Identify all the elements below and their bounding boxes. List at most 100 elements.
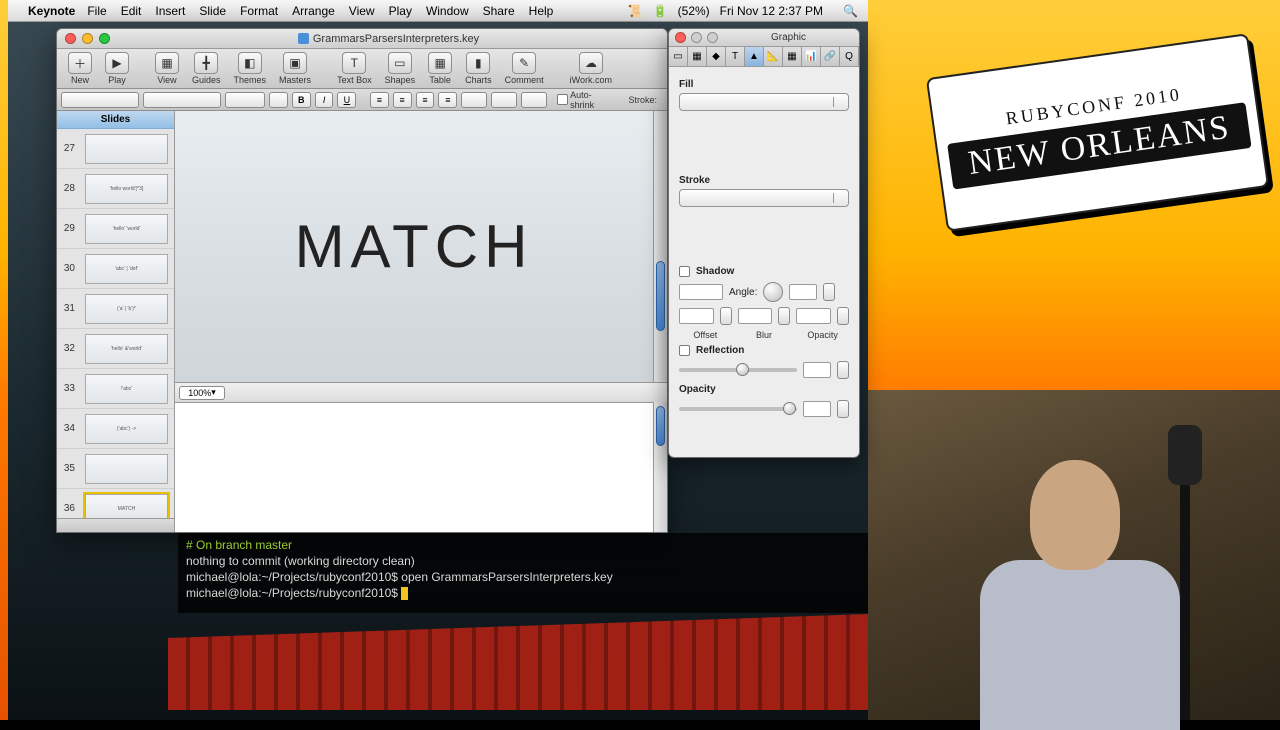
align-justify-button[interactable]: ≡: [438, 92, 457, 108]
toolbar-comment[interactable]: ✎Comment: [500, 52, 549, 85]
zoom-button[interactable]: [99, 33, 110, 44]
bold-button[interactable]: B: [292, 92, 311, 108]
slide-list[interactable]: 2728'hello world'[^3]29'hello' 'world'30…: [57, 129, 174, 518]
align-center-button[interactable]: ≡: [393, 92, 412, 108]
slide-thumbnail[interactable]: 33!'abc': [57, 369, 174, 409]
shadow-color-well[interactable]: [679, 284, 723, 300]
underline-button[interactable]: U: [337, 92, 356, 108]
opacity-slider[interactable]: [679, 407, 797, 411]
offset-field[interactable]: [679, 308, 714, 324]
list-select[interactable]: [521, 92, 547, 108]
menu-insert[interactable]: Insert: [155, 4, 185, 18]
spacing-select[interactable]: [461, 92, 487, 108]
menu-help[interactable]: Help: [529, 4, 554, 18]
toolbar-view[interactable]: ▦View: [150, 52, 184, 85]
inspector-tab-chart[interactable]: 📊: [802, 47, 821, 66]
fill-select[interactable]: [679, 93, 849, 111]
slide-thumbnail[interactable]: 31('a' | 'b')*: [57, 289, 174, 329]
offset-stepper[interactable]: [720, 307, 732, 325]
slide-thumbnail[interactable]: 29'hello' 'world': [57, 209, 174, 249]
reflection-checkbox[interactable]: [679, 345, 690, 356]
zoom-select[interactable]: 100% ▾: [179, 386, 225, 400]
inspector-tab-qt[interactable]: Q: [840, 47, 859, 66]
align-left-button[interactable]: ≡: [370, 92, 389, 108]
menubar-clock[interactable]: Fri Nov 12 2:37 PM: [720, 4, 823, 18]
terminal-window[interactable]: # On branch master nothing to commit (wo…: [178, 533, 868, 613]
reflection-slider[interactable]: [679, 368, 797, 372]
slide-thumbnail[interactable]: 36MATCH: [57, 489, 174, 518]
menu-slide[interactable]: Slide: [199, 4, 226, 18]
autoshrink-checkbox[interactable]: [557, 94, 567, 105]
paragraph-style-select[interactable]: [61, 92, 139, 108]
font-size-select[interactable]: [225, 92, 265, 108]
keynote-titlebar[interactable]: GrammarsParsersInterpreters.key: [57, 29, 667, 49]
inspector-tab-table[interactable]: ▦: [783, 47, 802, 66]
slide-text[interactable]: MATCH: [295, 212, 534, 281]
inspector-zoom-button[interactable]: [707, 32, 718, 43]
shadow-opacity-stepper[interactable]: [837, 307, 849, 325]
slide-thumbnail[interactable]: 27: [57, 129, 174, 169]
minimize-button[interactable]: [82, 33, 93, 44]
menu-file[interactable]: File: [87, 4, 106, 18]
inspector-tab-slide[interactable]: ▦: [688, 47, 707, 66]
menu-edit[interactable]: Edit: [121, 4, 142, 18]
inspector-close-button[interactable]: [675, 32, 686, 43]
toolbar-textbox[interactable]: TText Box: [332, 52, 377, 85]
toolbar-charts[interactable]: ▮Charts: [460, 52, 497, 85]
slide-thumbnail[interactable]: 34('abc') ->: [57, 409, 174, 449]
inspector-tab-link[interactable]: 🔗: [821, 47, 840, 66]
menu-view[interactable]: View: [349, 4, 375, 18]
italic-button[interactable]: I: [315, 92, 334, 108]
scripts-menu-icon[interactable]: 📜: [628, 4, 643, 18]
inspector-min-button[interactable]: [691, 32, 702, 43]
toolbar-iwork[interactable]: ☁iWork.com: [565, 52, 617, 85]
close-button[interactable]: [65, 33, 76, 44]
reflection-stepper[interactable]: [837, 361, 849, 379]
inspector-tab-metrics[interactable]: 📐: [764, 47, 783, 66]
toolbar-play[interactable]: ▶Play: [100, 52, 134, 85]
inspector-tab-text[interactable]: T: [726, 47, 745, 66]
menu-format[interactable]: Format: [240, 4, 278, 18]
opacity-stepper[interactable]: [837, 400, 849, 418]
inspector-tab-graphic[interactable]: ▲: [745, 47, 764, 66]
angle-knob[interactable]: [763, 282, 783, 302]
toolbar-themes[interactable]: ◧Themes: [229, 52, 272, 85]
menu-window[interactable]: Window: [426, 4, 469, 18]
slide-thumbnail[interactable]: 30'abc' | 'def': [57, 249, 174, 289]
toolbar-masters[interactable]: ▣Masters: [274, 52, 316, 85]
battery-icon[interactable]: 🔋: [653, 4, 668, 18]
shadow-opacity-field[interactable]: [796, 308, 831, 324]
notes-scrollbar[interactable]: [653, 402, 667, 532]
menu-arrange[interactable]: Arrange: [292, 4, 335, 18]
slide-thumbnail[interactable]: 32'hello' &'world': [57, 329, 174, 369]
slide-canvas[interactable]: MATCH: [175, 111, 653, 382]
inspector-tab-build[interactable]: ◆: [707, 47, 726, 66]
angle-field[interactable]: [789, 284, 817, 300]
menu-play[interactable]: Play: [389, 4, 412, 18]
inspector-tabs[interactable]: ▭ ▦ ◆ T ▲ 📐 ▦ 📊 🔗 Q: [669, 47, 859, 67]
spotlight-icon[interactable]: 🔍: [843, 4, 858, 18]
blur-stepper[interactable]: [778, 307, 790, 325]
reflection-field[interactable]: [803, 362, 831, 378]
presenter-notes[interactable]: [175, 402, 653, 532]
inspector-tab-document[interactable]: ▭: [669, 47, 688, 66]
shadow-checkbox[interactable]: [679, 266, 690, 277]
toolbar-new[interactable]: ＋New: [63, 52, 97, 85]
stroke-select[interactable]: [679, 189, 849, 207]
menu-share[interactable]: Share: [483, 4, 515, 18]
columns-select[interactable]: [491, 92, 517, 108]
blur-field[interactable]: [738, 308, 773, 324]
mac-menubar[interactable]: Keynote File Edit Insert Slide Format Ar…: [8, 0, 868, 22]
angle-stepper[interactable]: [823, 283, 835, 301]
menubar-app-name[interactable]: Keynote: [28, 4, 75, 18]
opacity-field[interactable]: [803, 401, 831, 417]
slide-thumbnail[interactable]: 28'hello world'[^3]: [57, 169, 174, 209]
toolbar-guides[interactable]: ╋Guides: [187, 52, 226, 85]
inspector-panel[interactable]: Graphic ▭ ▦ ◆ T ▲ 📐 ▦ 📊 🔗 Q Fill Stroke …: [668, 28, 860, 458]
text-color-button[interactable]: [269, 92, 288, 108]
toolbar-table[interactable]: ▦Table: [423, 52, 457, 85]
slide-thumbnail[interactable]: 35: [57, 449, 174, 489]
align-right-button[interactable]: ≡: [416, 92, 435, 108]
toolbar-shapes[interactable]: ▭Shapes: [380, 52, 421, 85]
canvas-scrollbar[interactable]: [653, 111, 667, 382]
